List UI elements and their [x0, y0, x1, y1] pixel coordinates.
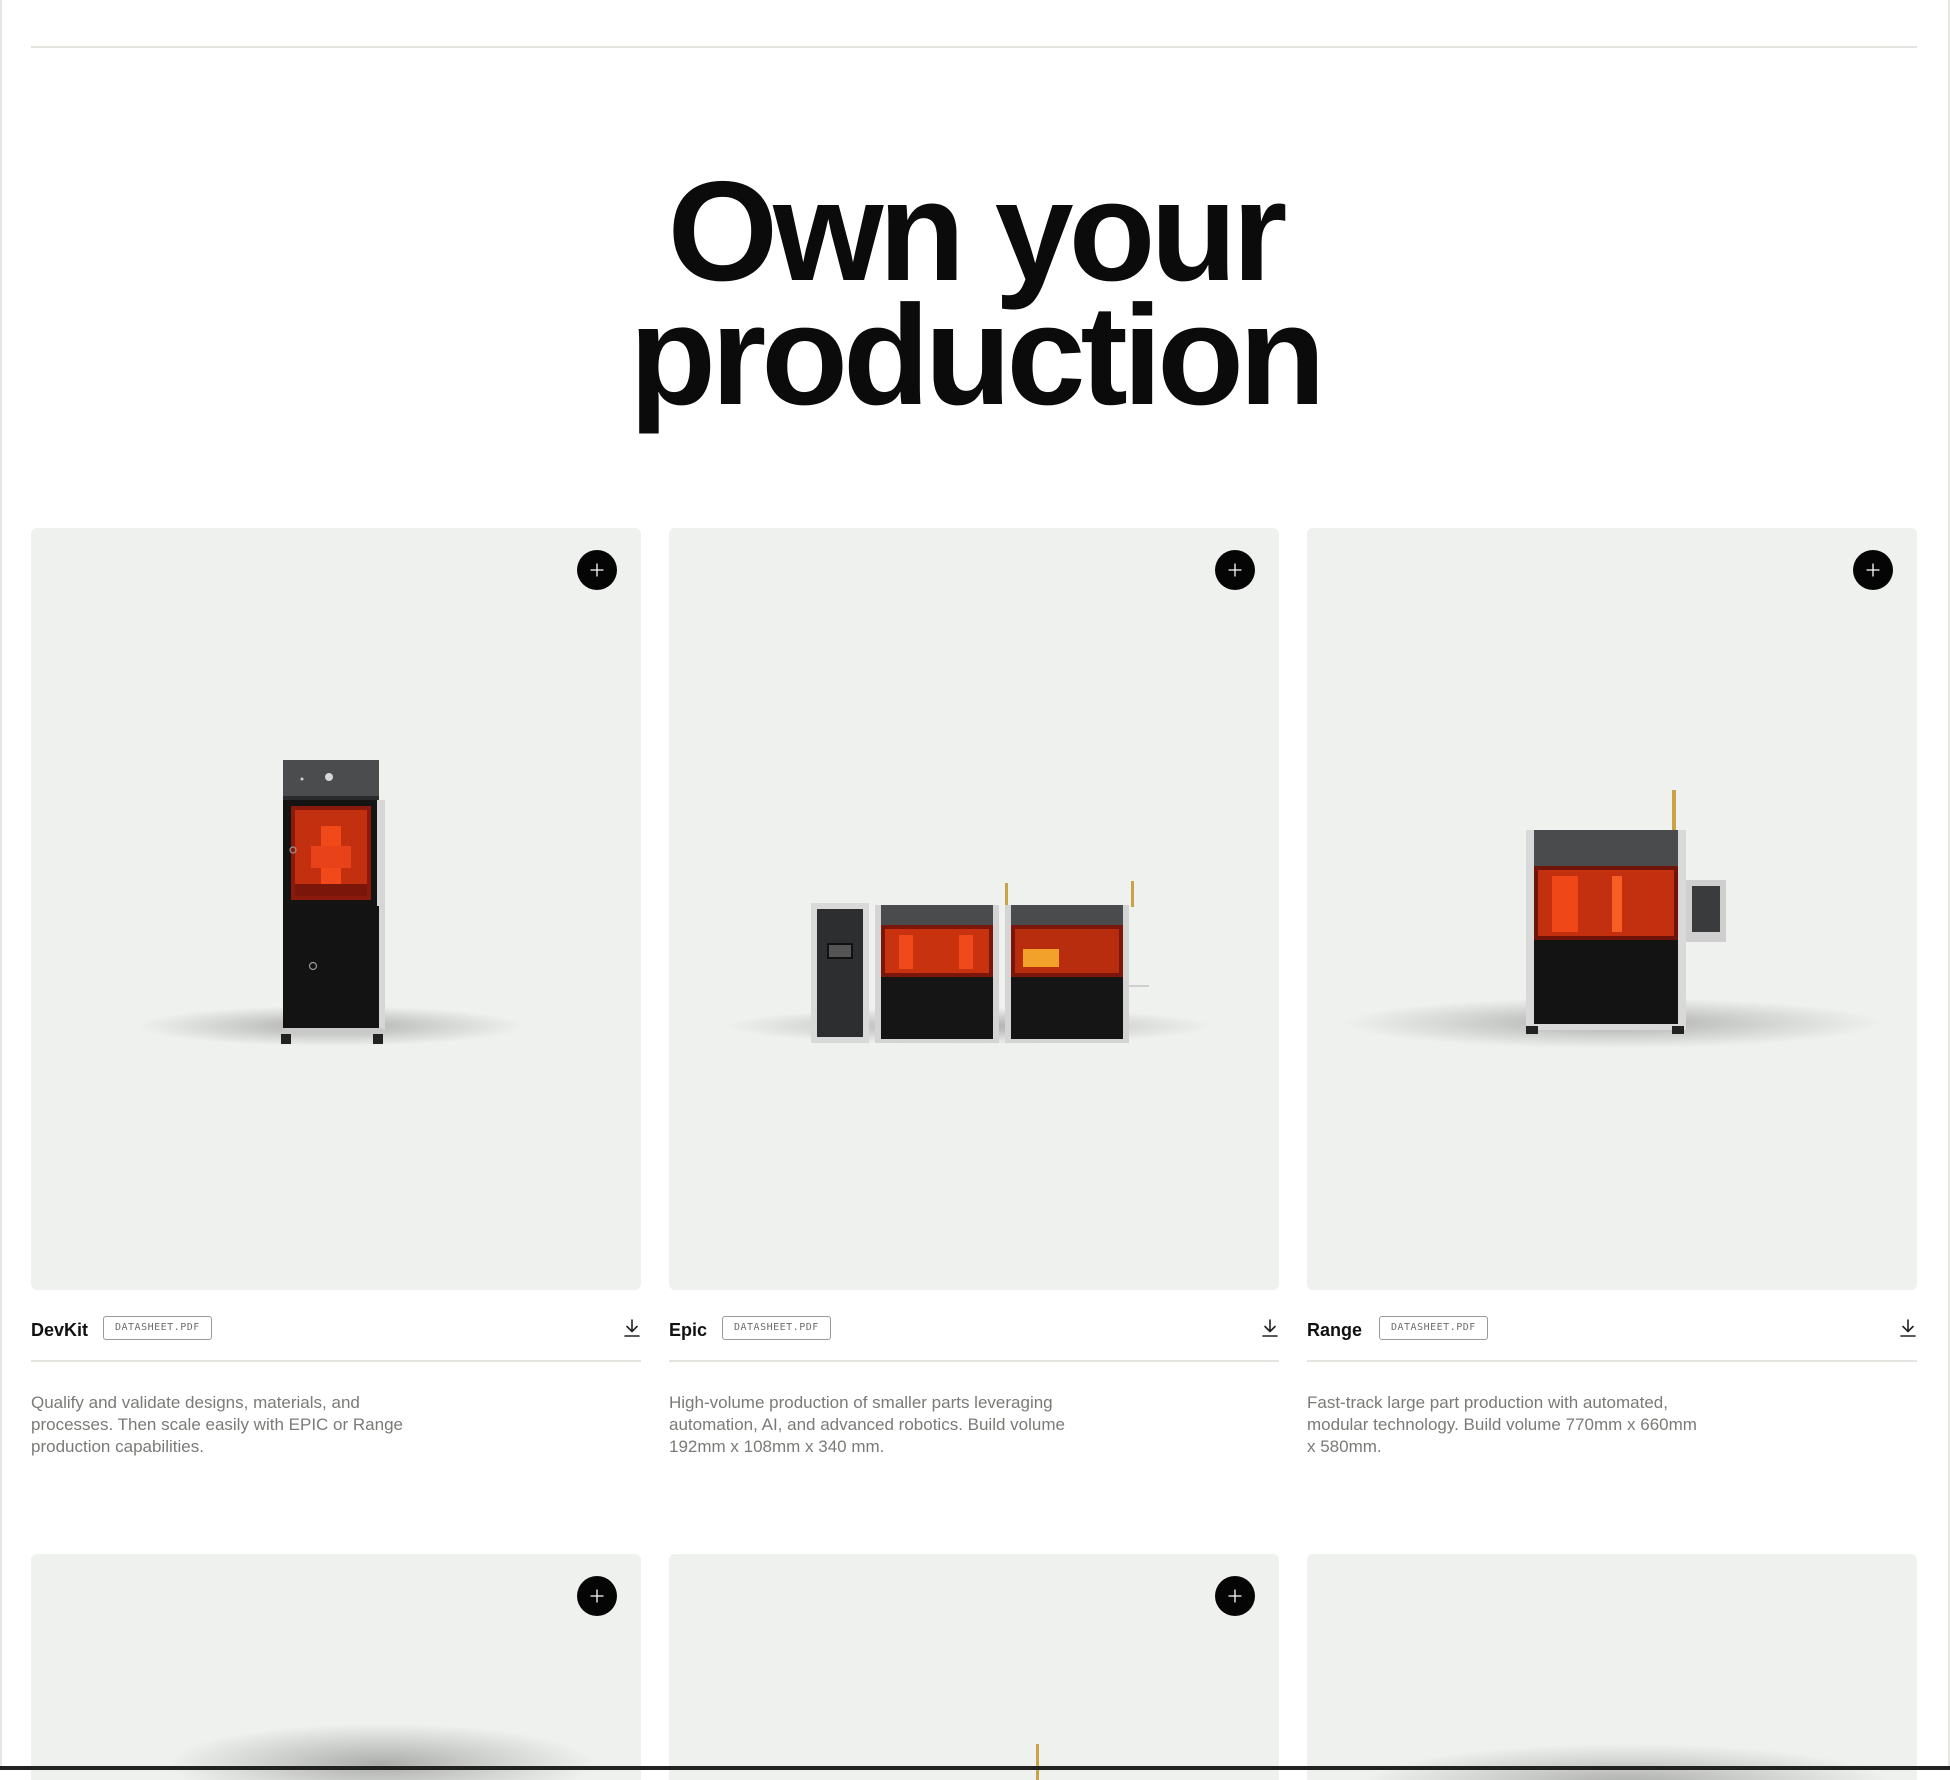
download-icon[interactable]: [1261, 1318, 1279, 1338]
section-divider: [31, 46, 1917, 48]
page-title-line-2: production: [629, 276, 1325, 435]
product-image[interactable]: [1307, 1554, 1917, 1780]
product-description: Fast-track large part production with au…: [1307, 1393, 1697, 1456]
page-title: Own your production: [0, 161, 1950, 435]
product-image[interactable]: [669, 1554, 1279, 1780]
product-name: DevKit: [31, 1320, 89, 1340]
product-image-range[interactable]: [1307, 528, 1917, 1290]
antenna-illustration: [1036, 1744, 1039, 1780]
product-card-epic: Epic DATASHEET.PDF High-volume productio…: [669, 528, 1279, 1458]
datasheet-link[interactable]: DATASHEET.PDF: [103, 1316, 212, 1340]
download-icon[interactable]: [623, 1318, 641, 1338]
product-meta-row: Epic DATASHEET.PDF: [669, 1316, 1279, 1362]
product-image-epic[interactable]: [669, 528, 1279, 1290]
download-icon[interactable]: [1899, 1318, 1917, 1338]
machine-shadow: [171, 1724, 591, 1780]
datasheet-link[interactable]: DATASHEET.PDF: [1379, 1316, 1488, 1340]
epic-production-line-illustration: [811, 881, 1149, 1043]
product-card-row2-1: [31, 1554, 641, 1780]
plus-icon: [1866, 563, 1880, 577]
product-card-range: Range DATASHEET.PDF Fast-track large par…: [1307, 528, 1917, 1458]
machine-shadow: [1367, 1744, 1887, 1780]
plus-icon: [590, 563, 604, 577]
product-description: Qualify and validate designs, materials,…: [31, 1393, 403, 1456]
expand-button[interactable]: [1853, 550, 1893, 590]
product-image[interactable]: [31, 1554, 641, 1780]
product-card-row2-3: [1307, 1554, 1917, 1780]
product-meta-row: Range DATASHEET.PDF: [1307, 1316, 1917, 1362]
window-border-bottom: [0, 1766, 1950, 1770]
product-card-devkit: DevKit DATASHEET.PDF Qualify and validat…: [31, 528, 641, 1458]
range-printer-illustration: [1526, 790, 1726, 1034]
product-name: Epic: [669, 1320, 708, 1340]
product-description: High-volume production of smaller parts …: [669, 1393, 1065, 1456]
plus-icon: [1228, 563, 1242, 577]
product-meta-row: DevKit DATASHEET.PDF: [31, 1316, 641, 1362]
devkit-printer-illustration: [281, 760, 385, 1044]
expand-button[interactable]: [1215, 1576, 1255, 1616]
product-image-devkit[interactable]: [31, 528, 641, 1290]
product-name: Range: [1307, 1320, 1363, 1340]
datasheet-link[interactable]: DATASHEET.PDF: [722, 1316, 831, 1340]
expand-button[interactable]: [577, 1576, 617, 1616]
expand-button[interactable]: [1215, 550, 1255, 590]
product-card-row2-2: [669, 1554, 1279, 1780]
plus-icon: [590, 1589, 604, 1603]
expand-button[interactable]: [577, 550, 617, 590]
plus-icon: [1228, 1589, 1242, 1603]
